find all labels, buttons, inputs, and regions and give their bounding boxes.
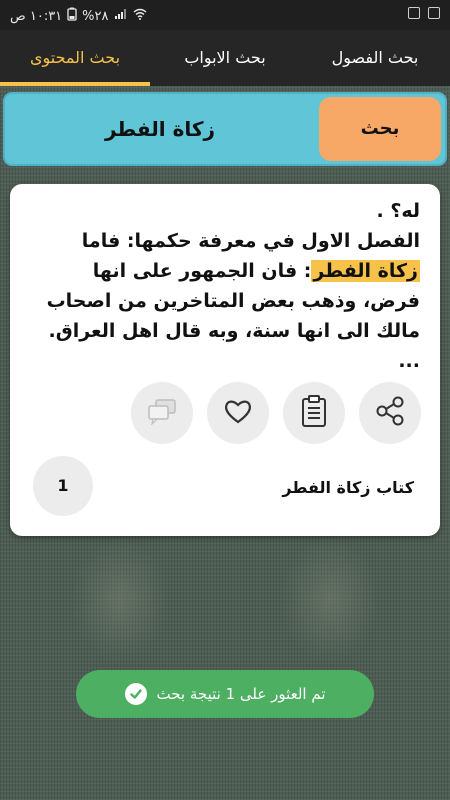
comments-icon — [146, 397, 178, 429]
result-text-line1: له؟ . — [376, 200, 420, 222]
status-time: ١٠:٣١ ص — [10, 8, 63, 24]
clipboard-icon — [299, 394, 329, 432]
search-result-toast: تم العثور على 1 نتيجة بحث — [76, 670, 374, 718]
status-bar: ١٠:٣١ ص %٢٨ — [0, 0, 450, 30]
result-text-body: زكاة الفطر: فان الجمهور على انها فرض، وذ… — [30, 256, 420, 376]
signal-icon — [114, 8, 128, 24]
share-button[interactable] — [359, 382, 421, 444]
battery-percent: %٢٨ — [82, 8, 109, 24]
status-right — [408, 7, 440, 19]
book-title: كتاب زكاة الفطر — [282, 478, 414, 497]
image-icon — [428, 7, 440, 19]
result-text-line2: الفصل الاول في معرفة حكمها: فاما — [81, 230, 420, 252]
tab-sections-search[interactable]: بحث الابواب — [150, 30, 300, 86]
search-bar: بحث زكاة الفطر — [3, 92, 447, 166]
battery-icon — [67, 7, 77, 25]
result-card[interactable]: له؟ . الفصل الاول في معرفة حكمها: فاما ز… — [10, 184, 440, 536]
status-left: ١٠:٣١ ص %٢٨ — [10, 7, 147, 25]
search-input[interactable]: زكاة الفطر — [15, 97, 305, 161]
result-text: له؟ . الفصل الاول في معرفة حكمها: فاما ز… — [30, 196, 420, 376]
highlighted-term: زكاة الفطر — [311, 260, 420, 282]
result-count-badge: 1 — [33, 456, 93, 516]
heart-icon — [223, 397, 253, 429]
search-button[interactable]: بحث — [319, 97, 441, 161]
share-icon — [373, 394, 407, 432]
comments-button[interactable] — [131, 382, 193, 444]
tab-bar: بحث الفصول بحث الابواب بحث المحتوى — [0, 30, 450, 86]
result-actions — [10, 382, 440, 444]
toast-message: تم العثور على 1 نتيجة بحث — [156, 685, 326, 703]
tab-content-search[interactable]: بحث المحتوى — [0, 30, 150, 86]
check-icon — [124, 683, 147, 705]
copy-button[interactable] — [283, 382, 345, 444]
notification-icon — [408, 7, 420, 19]
favorite-button[interactable] — [207, 382, 269, 444]
tab-chapters-search[interactable]: بحث الفصول — [300, 30, 450, 86]
wifi-icon — [133, 8, 147, 24]
